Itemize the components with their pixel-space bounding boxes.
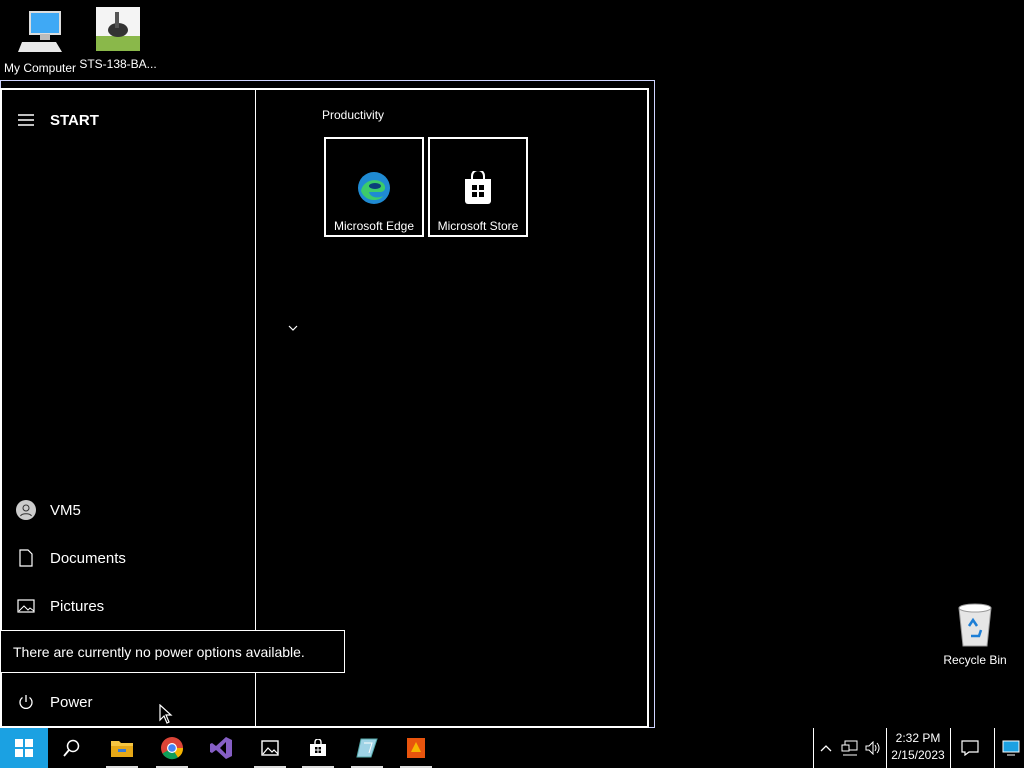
taskbar-store[interactable] xyxy=(294,728,342,768)
app-icon xyxy=(407,738,425,758)
computer-icon xyxy=(18,11,62,52)
recycle-bin-icon xyxy=(958,603,992,647)
store-icon xyxy=(310,739,326,756)
chevron-down-icon[interactable] xyxy=(287,320,299,338)
start-item-label: Documents xyxy=(50,549,126,567)
hamburger-icon xyxy=(2,114,50,126)
taskbar-clock[interactable]: 2:32 PM 2/15/2023 xyxy=(888,730,948,764)
visual-studio-icon xyxy=(210,737,232,759)
windows-logo-icon xyxy=(15,739,33,757)
start-button[interactable] xyxy=(0,728,48,768)
desktop-icon-label: Recycle Bin xyxy=(943,653,1007,667)
tray-volume[interactable] xyxy=(862,728,884,768)
taskbar-app[interactable] xyxy=(392,728,440,768)
tile-label: Microsoft Edge xyxy=(333,219,415,233)
desktop-icon-label: STS-138-BA... xyxy=(79,57,157,71)
taskbar-visual-studio[interactable] xyxy=(197,728,245,768)
taskbar-app[interactable] xyxy=(343,728,391,768)
desktop-icon-my-computer[interactable]: My Computer xyxy=(0,8,80,75)
tray-overflow-button[interactable] xyxy=(814,728,838,768)
edge-icon xyxy=(326,171,422,205)
desktop-icon-sts-file[interactable]: STS-138-BA... xyxy=(78,6,158,71)
taskbar-separator xyxy=(950,728,951,768)
start-item-documents[interactable]: Documents xyxy=(2,538,254,578)
chrome-icon xyxy=(161,737,184,760)
power-icon xyxy=(2,694,50,710)
tile-group-title: Productivity xyxy=(322,108,385,122)
image-file-icon xyxy=(96,7,140,51)
taskbar-separator xyxy=(886,728,887,768)
taskbar-file-explorer[interactable] xyxy=(98,728,146,768)
start-expand-button[interactable]: START xyxy=(2,100,254,140)
tile-label: Microsoft Store xyxy=(437,219,519,233)
start-item-power[interactable]: Power xyxy=(2,682,254,722)
start-item-pictures[interactable]: Pictures xyxy=(2,586,254,626)
file-explorer-icon xyxy=(111,741,133,757)
taskbar: 2:32 PM 2/15/2023 xyxy=(0,728,1024,768)
mouse-cursor-icon xyxy=(159,703,173,729)
taskbar-chrome[interactable] xyxy=(148,728,196,768)
search-button[interactable] xyxy=(48,728,96,768)
start-item-user[interactable]: VM5 xyxy=(2,490,254,530)
volume-icon xyxy=(865,741,880,755)
start-title: START xyxy=(50,111,99,129)
document-icon xyxy=(2,549,50,567)
show-desktop-button[interactable] xyxy=(998,728,1024,768)
store-icon xyxy=(430,171,526,205)
photos-icon xyxy=(261,740,279,756)
start-item-label: Power xyxy=(50,693,93,711)
power-tooltip: There are currently no power options ava… xyxy=(0,630,345,673)
notification-icon xyxy=(961,740,979,756)
taskbar-separator xyxy=(994,728,995,768)
tile-microsoft-store[interactable]: Microsoft Store xyxy=(428,137,528,237)
chevron-up-icon xyxy=(820,745,832,752)
network-icon xyxy=(841,740,858,756)
start-item-label: VM5 xyxy=(50,501,81,519)
desktop-icon-label: My Computer xyxy=(3,61,77,75)
desktop-icon-recycle-bin[interactable]: Recycle Bin xyxy=(935,602,1015,667)
search-icon xyxy=(63,739,80,757)
start-item-label: Pictures xyxy=(50,597,105,615)
pictures-icon xyxy=(2,599,50,613)
tile-microsoft-edge[interactable]: Microsoft Edge xyxy=(324,137,424,237)
app-icon xyxy=(356,738,378,758)
tray-network[interactable] xyxy=(838,728,862,768)
user-icon xyxy=(2,500,50,520)
taskbar-photos[interactable] xyxy=(246,728,294,768)
clock-time: 2:32 PM xyxy=(895,731,941,745)
action-center-button[interactable] xyxy=(956,728,984,768)
clock-date: 2/15/2023 xyxy=(891,748,945,762)
desktop-icon xyxy=(1002,740,1020,756)
